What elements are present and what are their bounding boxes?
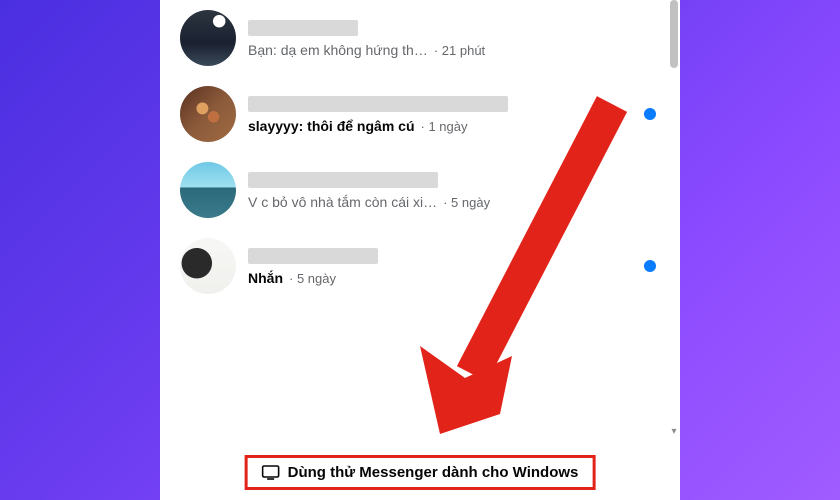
chat-content: Nhắn · 5 ngày xyxy=(248,246,664,286)
chat-row[interactable]: slayyyy: thôi để ngâm cú · 1 ngày xyxy=(180,76,664,152)
chat-time: · 5 ngày xyxy=(289,271,336,286)
chat-preview: V c bỏ vô nhà tắm còn cái xi… xyxy=(248,194,437,210)
chat-preview: Nhắn xyxy=(248,270,283,286)
chat-panel: Bạn: dạ em không hứng th… · 21 phút slay… xyxy=(160,0,680,500)
redacted-name xyxy=(248,172,438,188)
chat-content: V c bỏ vô nhà tắm còn cái xi… · 5 ngày xyxy=(248,170,664,210)
monitor-icon xyxy=(262,465,280,481)
unread-indicator xyxy=(644,108,656,120)
unread-indicator xyxy=(644,260,656,272)
avatar xyxy=(180,238,236,294)
chat-list: Bạn: dạ em không hứng th… · 21 phút slay… xyxy=(160,0,680,304)
avatar xyxy=(180,86,236,142)
redacted-name xyxy=(248,96,508,112)
chat-preview: slayyyy: thôi để ngâm cú xyxy=(248,118,415,134)
scrollbar-thumb[interactable] xyxy=(670,0,678,68)
chat-row[interactable]: Nhắn · 5 ngày xyxy=(180,228,664,304)
chat-time: · 5 ngày xyxy=(443,195,490,210)
chat-row[interactable]: V c bỏ vô nhà tắm còn cái xi… · 5 ngày xyxy=(180,152,664,228)
chat-content: slayyyy: thôi để ngâm cú · 1 ngày xyxy=(248,94,664,134)
redacted-name xyxy=(248,20,358,36)
chat-time: · 21 phút xyxy=(434,43,485,58)
chat-row[interactable]: Bạn: dạ em không hứng th… · 21 phút xyxy=(180,0,664,76)
chat-content: Bạn: dạ em không hứng th… · 21 phút xyxy=(248,18,664,58)
avatar xyxy=(180,162,236,218)
banner-text: Dùng thử Messenger dành cho Windows xyxy=(288,464,579,481)
chat-preview: Bạn: dạ em không hứng th… xyxy=(248,42,428,58)
avatar xyxy=(180,10,236,66)
scrollbar-down-icon[interactable]: ▾ xyxy=(668,426,680,438)
chat-time: · 1 ngày xyxy=(421,119,468,134)
app-background: Bạn: dạ em không hứng th… · 21 phút slay… xyxy=(0,0,840,500)
redacted-name xyxy=(248,248,378,264)
try-messenger-windows-banner[interactable]: Dùng thử Messenger dành cho Windows xyxy=(245,455,596,490)
